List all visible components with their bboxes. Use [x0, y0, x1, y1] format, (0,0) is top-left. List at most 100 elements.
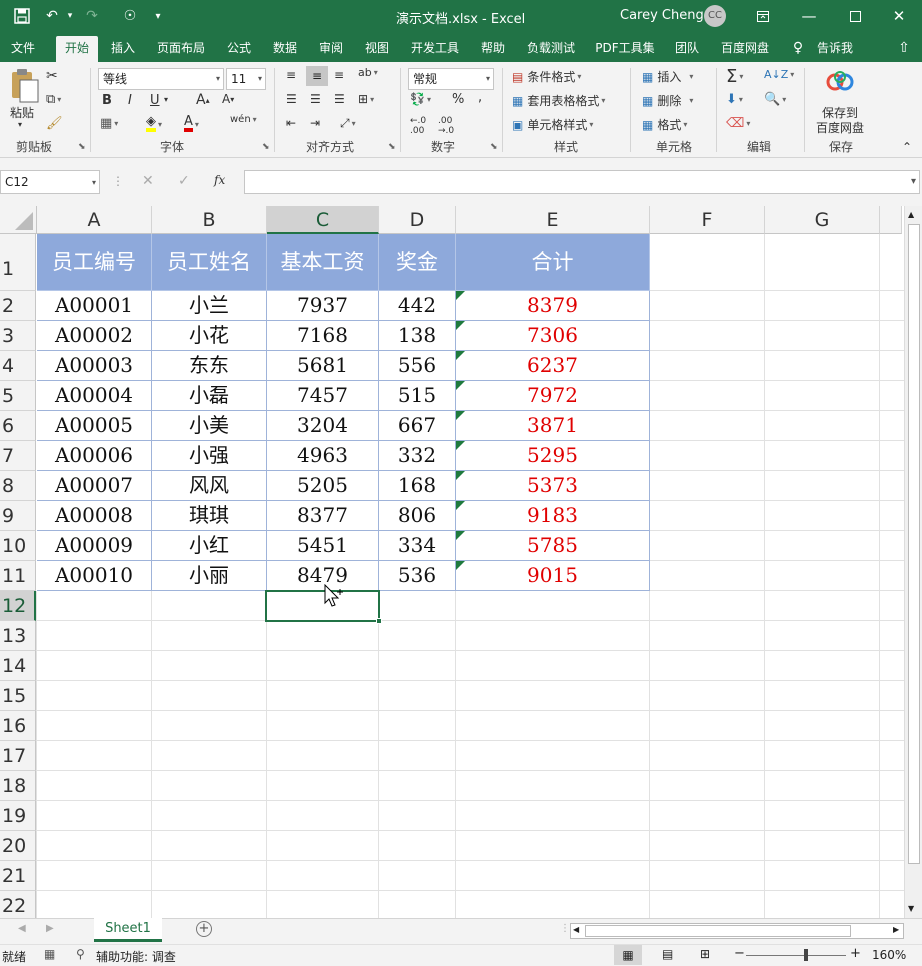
cell-e7[interactable]: 5295: [456, 441, 650, 471]
cell-b3[interactable]: 小花: [152, 321, 267, 351]
tab-pdf-tools[interactable]: PDF工具集: [590, 36, 660, 62]
fill-color-icon[interactable]: ◈ ▾: [146, 115, 162, 132]
sheet-tab-sheet1[interactable]: Sheet1: [94, 918, 162, 942]
row-header-17[interactable]: 17: [0, 741, 36, 771]
cell-b9[interactable]: 琪琪: [152, 501, 267, 531]
row-header-13[interactable]: 13: [0, 621, 36, 651]
lightbulb-icon[interactable]: ♀: [788, 36, 808, 62]
cell-e2[interactable]: 8379: [456, 291, 650, 321]
alignment-launcher-icon[interactable]: ⬊: [388, 142, 396, 152]
customize-toolbar-icon[interactable]: ▾: [148, 6, 168, 26]
zoom-slider[interactable]: [746, 955, 846, 956]
delete-cells-button[interactable]: ▦ 删除 ▾: [642, 92, 693, 109]
percent-style-button[interactable]: %: [452, 92, 464, 107]
align-middle-icon[interactable]: ≡: [306, 66, 328, 86]
insert-cells-button[interactable]: ▦ 插入 ▾: [642, 68, 693, 85]
tab-tell-me[interactable]: 告诉我: [810, 36, 860, 62]
header-cell-a[interactable]: 员工编号: [37, 234, 152, 291]
column-header-b[interactable]: B: [152, 206, 267, 234]
increase-decimal-icon[interactable]: ←.0.00: [410, 116, 426, 136]
error-indicator-icon[interactable]: [456, 411, 465, 420]
paste-dropdown-icon[interactable]: ▾: [18, 120, 22, 129]
row-header-11[interactable]: 11: [0, 561, 36, 591]
row-header-22[interactable]: 22: [0, 891, 36, 921]
redo-icon[interactable]: ↷: [82, 6, 102, 26]
tab-baidu-netdisk[interactable]: 百度网盘: [714, 36, 776, 62]
tab-home[interactable]: 开始: [56, 36, 98, 62]
cell-a3[interactable]: A00002: [37, 321, 152, 351]
macro-record-icon[interactable]: ▦: [44, 947, 55, 961]
column-header-a[interactable]: A: [37, 206, 152, 234]
row-header-4[interactable]: 4: [0, 351, 36, 381]
cell-c3[interactable]: 7168: [267, 321, 379, 351]
cell-c9[interactable]: 8377: [267, 501, 379, 531]
cell-e9[interactable]: 9183: [456, 501, 650, 531]
phonetic-guide-icon[interactable]: wén ▾: [230, 114, 257, 125]
format-painter-icon[interactable]: 🖌: [46, 116, 63, 131]
merge-center-icon[interactable]: ⊞ ▾: [358, 92, 374, 106]
comma-style-icon[interactable]: ,: [478, 90, 482, 105]
scroll-left-icon[interactable]: ◀: [573, 925, 579, 934]
cell-c6[interactable]: 3204: [267, 411, 379, 441]
add-sheet-icon[interactable]: +: [196, 921, 212, 937]
accessibility-status[interactable]: 辅助功能: 调查: [96, 948, 176, 965]
cell-e4[interactable]: 6237: [456, 351, 650, 381]
font-color-icon[interactable]: A ▾: [184, 115, 199, 132]
align-left-icon[interactable]: ☰: [286, 92, 297, 106]
find-select-icon[interactable]: 🔍 ▾: [764, 92, 786, 107]
cell-b8[interactable]: 风风: [152, 471, 267, 501]
cell-a11[interactable]: A00010: [37, 561, 152, 591]
format-cells-button[interactable]: ▦ 格式 ▾: [642, 116, 687, 133]
increase-indent-icon[interactable]: ⇥: [310, 116, 320, 130]
tab-formulas[interactable]: 公式: [220, 36, 258, 62]
cell-c2[interactable]: 7937: [267, 291, 379, 321]
error-indicator-icon[interactable]: [456, 501, 465, 510]
close-icon[interactable]: ✕: [876, 0, 922, 32]
column-header-f[interactable]: F: [650, 206, 765, 234]
row-header-18[interactable]: 18: [0, 771, 36, 801]
align-bottom-icon[interactable]: ≡: [334, 68, 344, 82]
cell-d10[interactable]: 334: [379, 531, 456, 561]
font-launcher-icon[interactable]: ⬊: [262, 142, 270, 152]
align-top-icon[interactable]: ≡: [286, 68, 296, 82]
tab-load-test[interactable]: 负载测试: [520, 36, 582, 62]
cell-d11[interactable]: 536: [379, 561, 456, 591]
tab-view[interactable]: 视图: [358, 36, 396, 62]
save-icon[interactable]: [12, 6, 32, 26]
header-cell-e[interactable]: 合计: [456, 234, 650, 291]
align-center-icon[interactable]: ☰: [310, 92, 321, 106]
tab-team[interactable]: 团队: [668, 36, 706, 62]
tab-help[interactable]: 帮助: [474, 36, 512, 62]
scroll-up-icon[interactable]: ▲: [908, 210, 914, 219]
maximize-icon[interactable]: [832, 0, 878, 32]
page-layout-view-icon[interactable]: ▤: [662, 947, 673, 961]
clipboard-launcher-icon[interactable]: ⬊: [78, 142, 86, 152]
next-sheet-icon[interactable]: ▶: [46, 923, 54, 934]
cell-d4[interactable]: 556: [379, 351, 456, 381]
paste-icon[interactable]: [8, 68, 40, 104]
cell-e5[interactable]: 7972: [456, 381, 650, 411]
row-header-14[interactable]: 14: [0, 651, 36, 681]
cell-e10[interactable]: 5785: [456, 531, 650, 561]
row-header-5[interactable]: 5: [0, 381, 36, 411]
zoom-in-icon[interactable]: +: [850, 946, 861, 961]
cell-d3[interactable]: 138: [379, 321, 456, 351]
cell-d2[interactable]: 442: [379, 291, 456, 321]
header-cell-d[interactable]: 奖金: [379, 234, 456, 291]
ribbon-display-options-icon[interactable]: [740, 0, 786, 32]
touch-mode-icon[interactable]: ☉: [120, 6, 140, 26]
orientation-icon[interactable]: ab ▾: [358, 66, 378, 79]
cell-c8[interactable]: 5205: [267, 471, 379, 501]
error-indicator-icon[interactable]: [456, 321, 465, 330]
cell-d5[interactable]: 515: [379, 381, 456, 411]
cell-b10[interactable]: 小红: [152, 531, 267, 561]
cell-b2[interactable]: 小兰: [152, 291, 267, 321]
header-cell-b[interactable]: 员工姓名: [152, 234, 267, 291]
scroll-down-icon[interactable]: ▼: [908, 904, 914, 913]
share-icon[interactable]: ⇧: [894, 36, 914, 62]
name-box[interactable]: C12 ▾: [0, 170, 100, 194]
cell-b6[interactable]: 小美: [152, 411, 267, 441]
error-indicator-icon[interactable]: [456, 381, 465, 390]
row-header-15[interactable]: 15: [0, 681, 36, 711]
header-cell-c[interactable]: 基本工资: [267, 234, 379, 291]
